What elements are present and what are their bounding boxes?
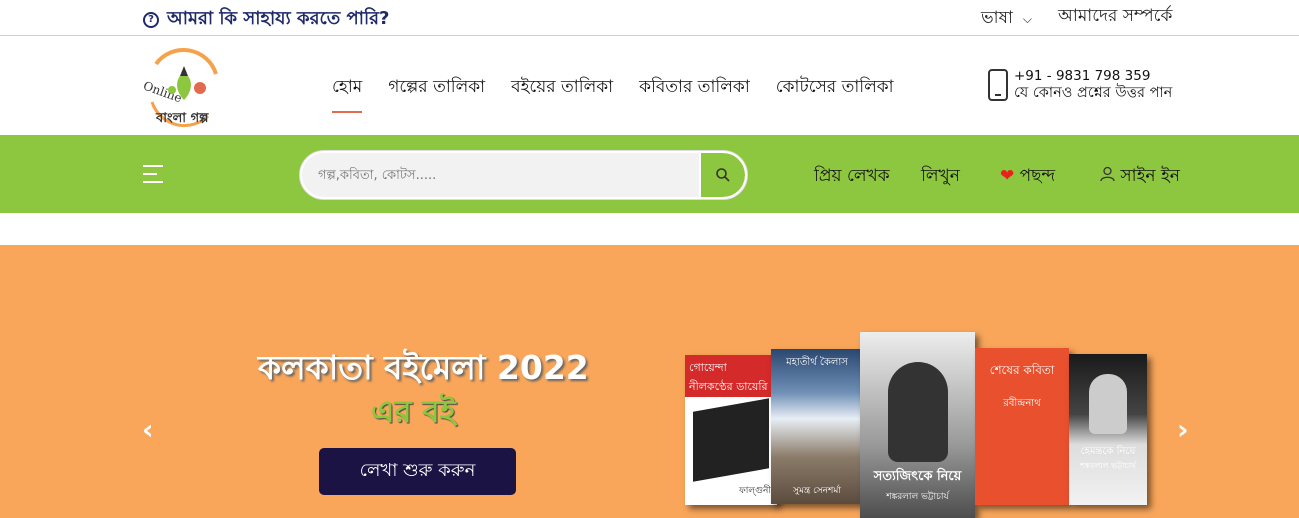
book-art xyxy=(693,398,769,482)
hero-subtitle: এর বই xyxy=(371,394,456,430)
book-author: শঙ্করলাল ভট্টাচার্য xyxy=(1080,461,1136,470)
site-header: Online বাংলা গল্প হোম গল্পের তালিকা বইয়… xyxy=(0,36,1299,135)
book-art xyxy=(1089,374,1127,434)
book-art xyxy=(888,362,948,462)
book-author: শঙ্করলাল ভট্টাচার্য xyxy=(886,492,949,502)
nav-book-list[interactable]: বইয়ের তালিকা xyxy=(511,74,613,113)
phone-number: +91 - 9831 798 359 xyxy=(1014,68,1151,84)
likes-label: পছন্দ xyxy=(1019,166,1056,186)
language-label: ভাষা xyxy=(981,8,1013,28)
prev-slide-icon[interactable]: ‹ xyxy=(142,413,154,446)
nav-home[interactable]: হোম xyxy=(332,74,363,113)
book-cover[interactable]: শেষের কবিতা রবীন্দ্রনাথ xyxy=(975,348,1069,505)
heart-icon: ❤ xyxy=(1000,166,1015,186)
book-title: হেমন্তকে নিয়ে xyxy=(1080,446,1136,457)
site-logo[interactable]: Online বাংলা গল্প xyxy=(138,46,222,128)
top-bar: ? আমরা কি সাহায্য করতে পারি? ভাষা ⌵ আমাদ… xyxy=(0,0,1299,36)
book-cover[interactable]: সত্যজিৎকে নিয়ে শঙ্করলাল ভট্টাচার্য xyxy=(860,332,975,518)
book-cover[interactable]: মহাতীর্থ কৈলাস সুমন্ত্র সেনশর্মা xyxy=(771,349,863,504)
question-icon: ? xyxy=(143,11,159,28)
user-icon xyxy=(1100,166,1115,182)
language-dropdown[interactable]: ভাষা ⌵ xyxy=(981,5,1032,33)
next-slide-icon[interactable]: › xyxy=(1177,413,1189,446)
mobile-phone-icon xyxy=(988,69,1008,101)
hamburger-menu-icon[interactable] xyxy=(143,165,163,189)
book-author: রবীন্দ্রনাথ xyxy=(1003,398,1041,409)
book-author: সুমন্ত্র সেনশর্মা xyxy=(793,486,841,496)
start-writing-button[interactable]: লেখা শুরু করুন xyxy=(319,448,516,495)
hero-banner: ‹ › কলকাতা বইমেলা 2022 এর বই লেখা শুরু ক… xyxy=(0,245,1299,518)
favorite-writers-link[interactable]: প্রিয় লেখক xyxy=(814,163,890,191)
chevron-down-icon: ⌵ xyxy=(1022,11,1033,26)
book-author: ফাল্গুনী xyxy=(739,486,771,496)
search-button[interactable] xyxy=(699,153,745,197)
search-icon xyxy=(716,168,730,182)
about-link[interactable]: আমাদের সম্পর্কে xyxy=(1058,3,1172,31)
book-title: সত্যজিৎকে নিয়ে xyxy=(873,469,962,484)
search-box xyxy=(300,151,747,199)
help-text: আমরা কি সাহায্য করতে পারি? xyxy=(167,8,390,29)
logo-image: Online বাংলা গল্প xyxy=(141,48,218,128)
book-title: গোয়েন্দা নীলকণ্ঠের ডায়েরি xyxy=(685,355,777,397)
nav-story-list[interactable]: গল্পের তালিকা xyxy=(388,74,485,113)
nav-quotes-list[interactable]: কোটসের তালিকা xyxy=(776,74,894,113)
search-input[interactable] xyxy=(302,153,700,197)
likes-link[interactable]: ❤ পছন্দ xyxy=(1000,163,1055,191)
search-toolbar: প্রিয় লেখক লিখুন ❤ পছন্দ সাইন ইন xyxy=(0,135,1299,213)
book-cover[interactable]: হেমন্তকে নিয়ে শঙ্করলাল ভট্টাচার্য xyxy=(1069,354,1147,505)
write-link[interactable]: লিখুন xyxy=(921,163,960,191)
book-title: শেষের কবিতা xyxy=(989,363,1055,377)
spacer xyxy=(0,213,1299,245)
book-title: মহাতীর্থ কৈলাস xyxy=(786,357,848,368)
main-nav: হোম গল্পের তালিকা বইয়ের তালিকা কবিতার ত… xyxy=(332,74,894,113)
sign-in-label: সাইন ইন xyxy=(1120,166,1180,186)
contact-phone[interactable]: +91 - 9831 798 359 যে কোনও প্রশ্নের উত্ত… xyxy=(988,68,1172,102)
help-link[interactable]: ? আমরা কি সাহায্য করতে পারি? xyxy=(143,4,389,35)
phone-caption: যে কোনও প্রশ্নের উত্তর পান xyxy=(1014,85,1173,101)
svg-text:বাংলা গল্প: বাংলা গল্প xyxy=(155,111,209,126)
nav-poem-list[interactable]: কবিতার তালিকা xyxy=(639,74,750,113)
book-cover[interactable]: গোয়েন্দা নীলকণ্ঠের ডায়েরি ফাল্গুনী xyxy=(685,355,777,505)
sign-in-link[interactable]: সাইন ইন xyxy=(1100,163,1180,191)
